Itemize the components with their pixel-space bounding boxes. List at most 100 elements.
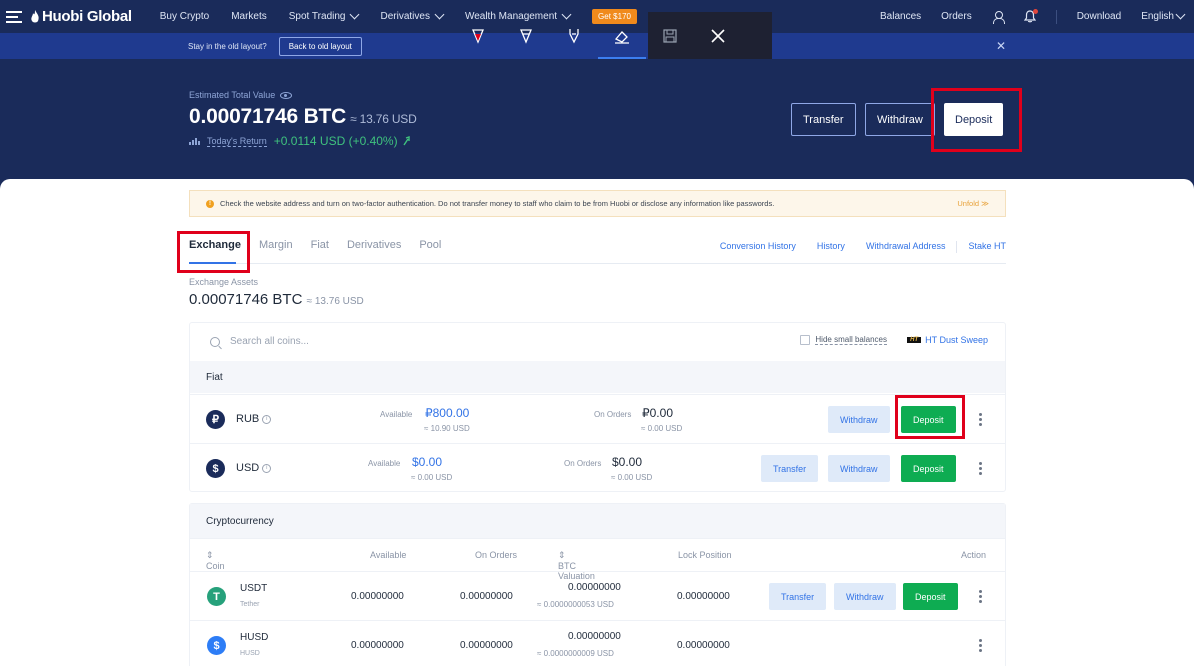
deposit-button[interactable]: Deposit (901, 455, 956, 482)
btc-valuation: 0.00000000 (568, 582, 621, 593)
link-divider (956, 241, 958, 253)
on-orders-usd: ≈ 0.00 USD (641, 424, 683, 433)
info-icon[interactable]: i (262, 463, 272, 473)
todays-return-label[interactable]: Today's Return (207, 136, 267, 147)
usd-coin-icon: $ (206, 459, 225, 478)
crypto-panel: Cryptocurrency Coin ⇕ Available On Order… (189, 503, 1006, 666)
btc-valuation-usd: ≈ 0.0000000053 USD (537, 600, 614, 609)
estimated-total-value: 0.00071746 BTC ≈ 13.76 USD (189, 105, 417, 128)
btc-valuation-usd: ≈ 0.0000000009 USD (537, 649, 614, 658)
hide-small-balances[interactable]: Hide small balances (800, 335, 887, 345)
coin-name: USD i (236, 462, 272, 474)
crypto-section-header: Cryptocurrency (190, 504, 1005, 538)
search-input[interactable]: Search all coins... (230, 336, 309, 347)
husd-coin-icon: $ (207, 636, 226, 655)
notice-text: Check the website address and turn on tw… (220, 199, 775, 208)
pen-icon[interactable] (502, 12, 550, 59)
on-orders-value: 0.00000000 (460, 640, 513, 651)
stake-ht-link[interactable]: Stake HT (968, 241, 1006, 253)
withdraw-button[interactable]: Withdraw (865, 103, 935, 136)
search-icon (210, 336, 220, 347)
on-orders-value: $0.00 (612, 455, 643, 469)
tab-pool[interactable]: Pool (419, 239, 441, 251)
old-layout-text: Stay in the old layout? (188, 41, 267, 51)
bar-chart-icon (189, 137, 202, 145)
bell-icon[interactable] (1023, 9, 1038, 23)
withdraw-button[interactable]: Withdraw (828, 406, 890, 433)
more-options-icon[interactable] (979, 462, 982, 475)
fiat-panel: Search all coins... Hide small balances … (189, 322, 1006, 492)
available-usd: ≈ 0.00 USD (411, 473, 453, 482)
on-orders-label: On Orders (564, 459, 602, 468)
logo[interactable]: Huobi Global (30, 8, 132, 25)
eraser-icon[interactable] (598, 12, 646, 59)
tether-coin-icon: T (207, 587, 226, 606)
more-options-icon[interactable] (979, 413, 982, 426)
close-icon[interactable]: ✕ (996, 39, 1006, 53)
conversion-history-link[interactable]: Conversion History (720, 241, 796, 253)
nav-orders[interactable]: Orders (941, 11, 972, 22)
tab-derivatives[interactable]: Derivatives (347, 239, 401, 251)
todays-return: Today's Return +0.0114 USD (+0.40%) (189, 134, 411, 148)
col-coin[interactable]: Coin ⇕ (206, 550, 225, 571)
history-links: Conversion History History Withdrawal Ad… (720, 241, 1006, 253)
withdrawal-address-link[interactable]: Withdrawal Address (866, 241, 946, 253)
nav-derivatives[interactable]: Derivatives (380, 9, 445, 22)
nav-balances[interactable]: Balances (880, 11, 921, 22)
close-icon[interactable] (694, 12, 742, 59)
withdraw-button[interactable]: Withdraw (828, 455, 890, 482)
hamburger-menu-icon[interactable] (6, 10, 22, 23)
nav-spot-trading[interactable]: Spot Trading (289, 9, 360, 22)
on-orders-value: 0.00000000 (460, 591, 513, 602)
user-icon[interactable] (992, 10, 1005, 24)
col-btc-valuation[interactable]: BTC Valuation ⇕ (558, 550, 595, 581)
ht-dust-sweep-link[interactable]: HT HT Dust Sweep (907, 335, 988, 345)
chevron-down-icon (434, 9, 445, 20)
available-label: Available (368, 459, 401, 468)
info-icon[interactable]: i (262, 414, 272, 424)
coin-symbol: HUSD (240, 632, 269, 643)
security-notice: ! Check the website address and turn on … (189, 190, 1006, 217)
notification-dot (1032, 9, 1038, 14)
fiat-row-rub: ₽ RUB i Available ₽800.00 ≈ 10.90 USD On … (190, 394, 1005, 443)
unfold-link[interactable]: Unfold ≫ (957, 199, 989, 208)
btc-valuation: 0.00000000 (568, 631, 621, 642)
transfer-button[interactable]: Transfer (791, 103, 856, 136)
withdraw-button[interactable]: Withdraw (834, 583, 896, 610)
eye-icon[interactable] (280, 91, 293, 99)
save-icon[interactable] (646, 12, 694, 59)
col-action: Action (961, 550, 987, 560)
tab-fiat[interactable]: Fiat (311, 239, 329, 251)
deposit-button[interactable]: Deposit (903, 583, 958, 610)
pen-red-icon[interactable] (454, 12, 502, 59)
fiat-row-usd: $ USD i Available $0.00 ≈ 0.00 USD On Ord… (190, 443, 1005, 492)
hide-small-checkbox[interactable] (800, 335, 811, 345)
chevron-down-icon (350, 9, 360, 20)
more-options-icon[interactable] (979, 639, 982, 652)
available-value: 0.00000000 (351, 640, 404, 651)
nav-markets[interactable]: Markets (231, 11, 267, 22)
estimated-total-usd: ≈ 13.76 USD (350, 112, 417, 126)
col-available: Available (370, 550, 407, 560)
more-options-icon[interactable] (979, 590, 982, 603)
brand-name: Huobi Global (42, 8, 132, 25)
rub-coin-icon: ₽ (206, 410, 225, 429)
highlight-box (895, 395, 965, 439)
highlighter-icon[interactable] (550, 12, 598, 59)
nav-download[interactable]: Download (1077, 11, 1121, 22)
nav-language[interactable]: English (1141, 9, 1186, 22)
transfer-button[interactable]: Transfer (761, 455, 819, 482)
back-to-old-layout-button[interactable]: Back to old layout (278, 36, 362, 56)
crypto-row-husd: $ HUSD HUSD 0.00000000 0.00000000 0.0000… (190, 620, 1005, 666)
fiat-section-header: Fiat (190, 361, 1005, 393)
transfer-button[interactable]: Transfer (769, 583, 827, 610)
warning-icon: ! (206, 199, 214, 208)
tab-margin[interactable]: Margin (259, 239, 293, 251)
nav-buy-crypto[interactable]: Buy Crypto (160, 11, 209, 22)
chevron-down-icon (1175, 9, 1186, 20)
history-link[interactable]: History (817, 241, 845, 253)
on-orders-usd: ≈ 0.00 USD (611, 473, 653, 482)
main-content: ! Check the website address and turn on … (0, 179, 1194, 666)
exchange-assets-usd: ≈ 13.76 USD (306, 296, 364, 307)
available-value: ₽800.00 (425, 406, 470, 420)
